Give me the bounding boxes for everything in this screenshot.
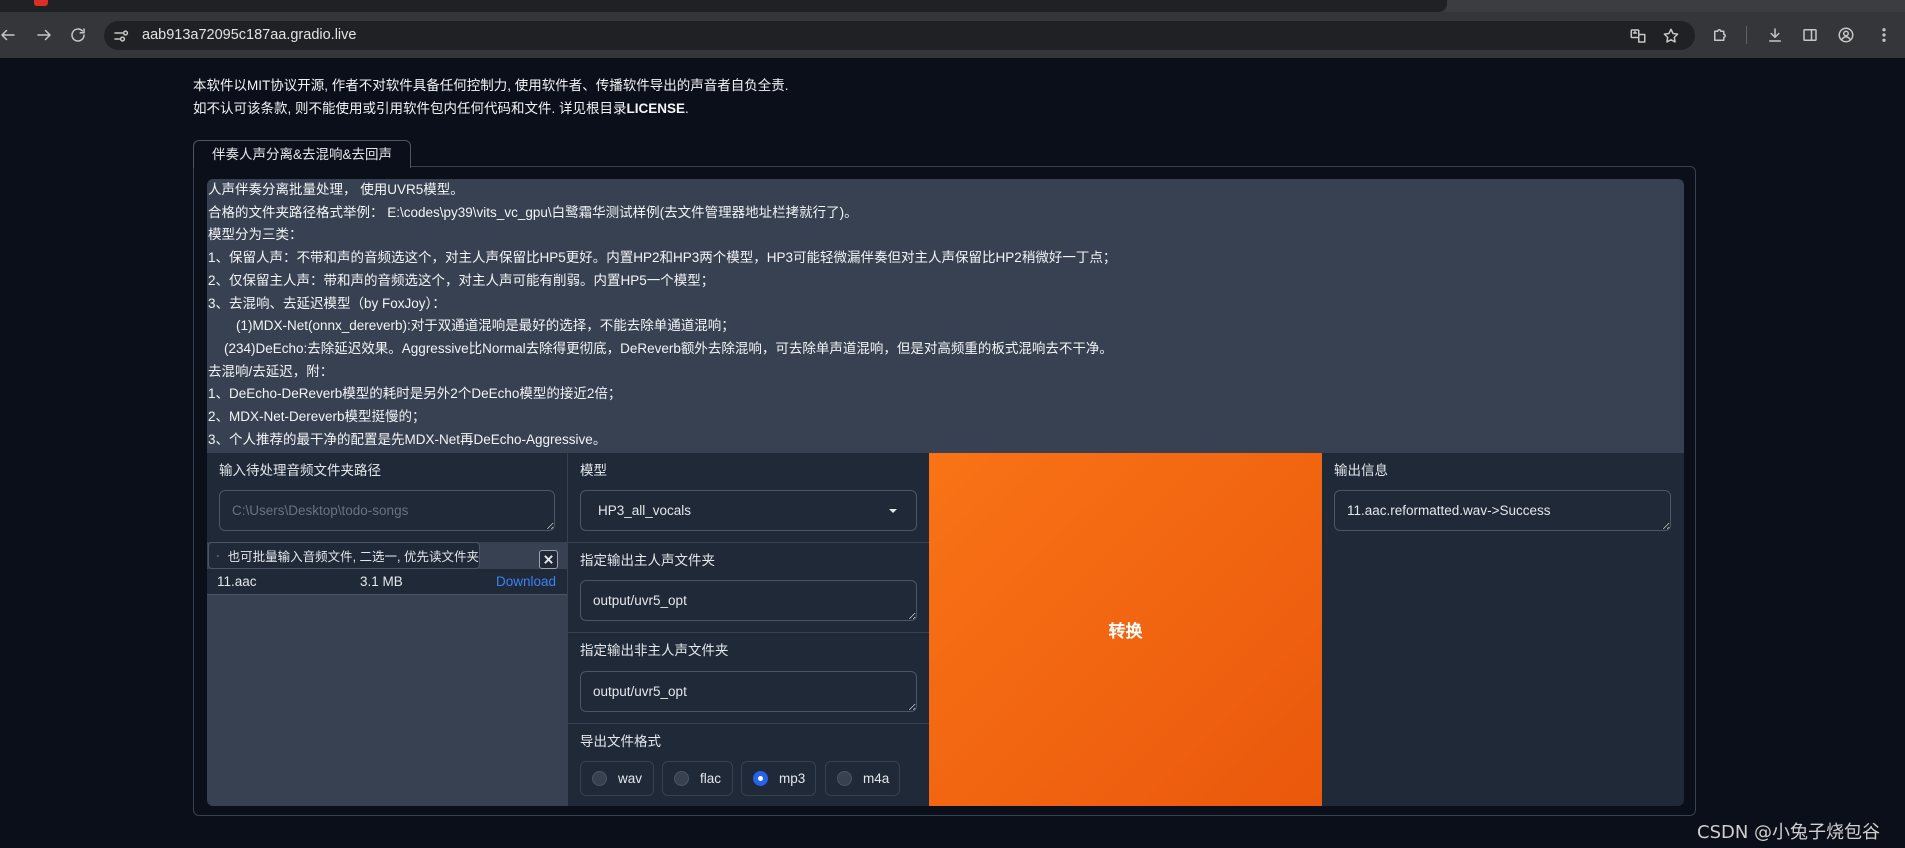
convert-button[interactable]: 转换	[929, 453, 1322, 806]
vocal-output-dir-field[interactable]: output/uvr5_opt	[580, 580, 917, 621]
divider	[568, 723, 929, 724]
format-radio-wav[interactable]: wav	[580, 761, 654, 796]
format-radio-label: m4a	[863, 771, 890, 786]
download-icon[interactable]	[1764, 24, 1786, 46]
vocal-output-dir-label: 指定输出主人声文件夹	[580, 553, 715, 568]
browser-tab[interactable]	[0, 0, 1447, 12]
translate-icon[interactable]	[1627, 25, 1649, 47]
license-notice-line1: 本软件以MIT协议开源, 作者不对软件具备任何控制力, 使用软件者、传播软件导出…	[193, 78, 789, 93]
license-notice-line2: 如不认可该条款, 则不能使用或引用软件包内任何代码和文件. 详见根目录LICEN…	[193, 100, 689, 118]
instruction-line: 合格的文件夹路径格式举例： E:\codes\py39\vits_vc_gpu\…	[208, 204, 858, 220]
format-radio-label: mp3	[779, 771, 806, 786]
file-size: 3.1 MB	[360, 574, 403, 589]
output-info-label: 输出信息	[1334, 463, 1388, 478]
export-format-label: 导出文件格式	[580, 734, 661, 749]
model-select-value: HP3_all_vocals	[598, 503, 692, 518]
profile-icon[interactable]	[1835, 24, 1857, 46]
instruction-line: 2、MDX-Net-Dereverb模型挺慢的；	[208, 409, 426, 425]
divider	[568, 632, 929, 633]
divider	[568, 542, 929, 543]
clear-files-button[interactable]	[539, 550, 558, 569]
close-icon	[544, 555, 553, 564]
toolbar-divider	[1746, 26, 1747, 44]
file-upload-label-text: 也可批量输入音频文件, 二选一, 优先读文件夹	[227, 550, 479, 564]
forward-arrow-icon[interactable]	[33, 24, 55, 46]
format-radio-mp3[interactable]: mp3	[741, 761, 816, 796]
instrumental-output-dir-field[interactable]: output/uvr5_opt	[580, 671, 917, 712]
file-upload-area[interactable]: 也可批量输入音频文件, 二选一, 优先读文件夹 11.aac 3.1 MB Do…	[207, 542, 567, 806]
model-select[interactable]: HP3_all_vocals	[580, 490, 917, 531]
radio-dot[interactable]	[674, 771, 689, 786]
extensions-icon[interactable]	[1709, 24, 1731, 46]
format-radio-label: wav	[618, 771, 643, 786]
instruction-line: 1、DeEcho-DeReverb模型的耗时是另外2个DeEcho模型的接近2倍…	[208, 386, 622, 402]
license-notice-end: .	[685, 101, 689, 116]
csdn-watermark: CSDN @小兔子烧包谷	[1697, 822, 1881, 843]
tab-favicon-icon	[34, 0, 48, 6]
output-column: 输出信息 11.aac.reformatted.wav->Success	[1322, 453, 1684, 806]
license-link-text: LICENSE	[626, 101, 686, 116]
back-arrow-icon[interactable]	[0, 24, 19, 46]
instruction-line: 去混响/去延迟，附：	[208, 363, 334, 379]
file-download-link[interactable]: Download	[496, 569, 556, 595]
reload-icon[interactable]	[67, 24, 89, 46]
radio-dot[interactable]	[837, 771, 852, 786]
instruction-line: 人声伴奏分离批量处理， 使用UVR5模型。	[208, 182, 464, 197]
instruction-line: (234)DeEcho:去除延迟效果。Aggressive比Normal去除得更…	[224, 340, 1113, 356]
file-upload-label: 也可批量输入音频文件, 二选一, 优先读文件夹	[208, 542, 480, 569]
bookmark-star-icon[interactable]	[1660, 25, 1682, 47]
instruction-line: 3、去混响、去延迟模型（by FoxJoy）：	[208, 295, 446, 311]
format-radio-m4a[interactable]: m4a	[825, 761, 900, 796]
output-info-field[interactable]: 11.aac.reformatted.wav->Success	[1334, 490, 1671, 531]
file-icon	[217, 554, 219, 557]
file-row: 11.aac 3.1 MB Download	[207, 569, 567, 595]
instrumental-output-dir-label: 指定输出非主人声文件夹	[580, 643, 729, 658]
model-label: 模型	[580, 463, 607, 478]
instruction-line: 1、保留人声：不带和声的音频选这个，对主人声保留比HP5更好。内置HP2和HP3…	[208, 250, 1117, 266]
side-panel-icon[interactable]	[1799, 24, 1821, 46]
tab-vocal-separation[interactable]: 伴奏人声分离&去混响&去回声	[193, 140, 411, 168]
format-radio-label: flac	[700, 771, 722, 786]
input-dir-label: 输入待处理音频文件夹路径	[219, 463, 381, 478]
input-column: 输入待处理音频文件夹路径 也可批量输入音频文件, 二选一, 优先读文件夹 11.…	[207, 453, 567, 806]
instruction-line: 2、仅保留主人声：带和声的音频选这个，对主人声可能有削弱。内置HP5一个模型；	[208, 272, 715, 288]
url-text[interactable]: aab913a72095c187aa.gradio.live	[142, 21, 356, 50]
license-notice-text: 如不认可该条款, 则不能使用或引用软件包内任何代码和文件. 详见根目录	[193, 101, 627, 116]
format-radio-flac[interactable]: flac	[662, 761, 733, 796]
chevron-down-icon	[886, 504, 900, 518]
address-bar[interactable]: aab913a72095c187aa.gradio.live	[104, 21, 1695, 50]
radio-dot[interactable]	[592, 771, 607, 786]
settings-column: 模型 HP3_all_vocals 指定输出主人声文件夹 output/uvr5…	[567, 453, 929, 806]
site-info-icon[interactable]	[110, 25, 132, 47]
input-dir-field[interactable]	[219, 490, 555, 531]
instruction-line: 3、个人推荐的最干净的配置是先MDX-Net再DeEcho-Aggressive…	[208, 431, 607, 447]
file-name: 11.aac	[217, 574, 257, 589]
instructions-block: 人声伴奏分离批量处理， 使用UVR5模型。 合格的文件夹路径格式举例： E:\c…	[207, 179, 1684, 453]
instruction-line: (1)MDX-Net(onnx_dereverb):对于双通道混响是最好的选择，…	[236, 318, 735, 334]
menu-icon[interactable]	[1873, 24, 1895, 46]
radio-dot[interactable]	[753, 771, 768, 786]
instruction-line: 模型分为三类：	[208, 227, 303, 243]
